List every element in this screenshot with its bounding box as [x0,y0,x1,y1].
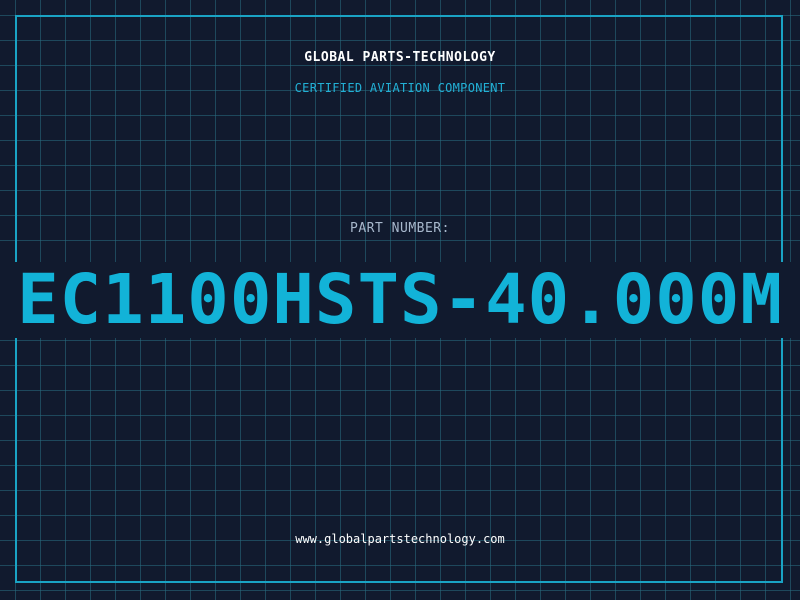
website-url: www.globalpartstechnology.com [295,532,505,546]
company-name: GLOBAL PARTS-TECHNOLOGY [304,50,496,65]
part-number-band: EC1100HSTS-40.000M [0,262,800,338]
certification-tagline: CERTIFIED AVIATION COMPONENT [294,81,506,95]
part-number-label: PART NUMBER: [350,221,450,236]
part-number-value: EC1100HSTS-40.000M [17,262,783,338]
